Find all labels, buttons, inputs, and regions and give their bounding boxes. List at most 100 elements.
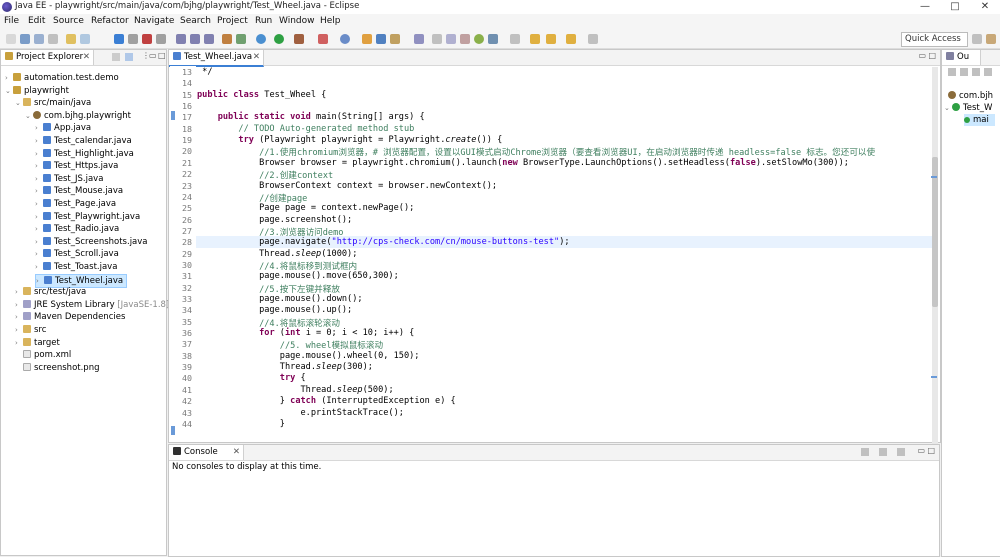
menu-refactor[interactable]: Refactor — [91, 16, 129, 26]
tree-item[interactable]: ⌄ src/main/java — [15, 97, 91, 109]
terminate-icon[interactable] — [142, 34, 152, 44]
code-line[interactable]: for (int i = 0; i < 10; i++) { — [197, 328, 414, 338]
maximize-editor-icon[interactable]: □ — [928, 51, 936, 60]
close-tab-icon[interactable]: ✕ — [83, 50, 90, 65]
code-line[interactable]: //3.浏览器访问demo — [197, 226, 343, 238]
chevron-right-icon[interactable]: › — [35, 223, 43, 235]
new-package-icon[interactable] — [362, 34, 372, 44]
chevron-right-icon[interactable]: › — [35, 148, 43, 160]
globe-icon[interactable] — [474, 34, 484, 44]
maximize-view-icon[interactable]: □ — [158, 51, 166, 60]
vertical-scrollbar[interactable] — [932, 67, 938, 445]
pin-console-icon[interactable] — [897, 448, 905, 456]
code-line[interactable]: page.mouse().up(); — [197, 305, 352, 315]
menu-run[interactable]: Run — [255, 16, 272, 26]
menu-window[interactable]: Window — [279, 16, 315, 26]
code-line[interactable]: // TODO Auto-generated method stub — [197, 124, 414, 134]
overview-marker[interactable] — [931, 176, 937, 178]
chevron-right-icon[interactable]: › — [35, 173, 43, 185]
save-icon[interactable] — [20, 34, 30, 44]
open-perspective-icon[interactable] — [972, 34, 982, 44]
menu-help[interactable]: Help — [320, 16, 341, 26]
sort-icon[interactable] — [948, 68, 956, 76]
display-console-icon[interactable] — [861, 448, 869, 456]
run-icon[interactable] — [274, 34, 284, 44]
next-annotation-icon[interactable] — [510, 34, 520, 44]
close-editor-icon[interactable]: ✕ — [253, 50, 260, 65]
chevron-right-icon[interactable]: › — [35, 236, 43, 248]
minimize-button[interactable]: — — [910, 0, 940, 14]
tree-item[interactable]: › JRE System Library [JavaSE-1.8] — [15, 299, 169, 311]
menu-navigate[interactable]: Navigate — [134, 16, 174, 26]
tree-item[interactable]: › target — [15, 337, 60, 349]
open-folder-icon[interactable] — [390, 34, 400, 44]
coverage-icon[interactable] — [318, 34, 328, 44]
chevron-right-icon[interactable]: › — [35, 122, 43, 134]
code-line[interactable]: Browser browser = playwright.chromium().… — [197, 158, 849, 168]
code-line[interactable]: //2.创建context — [197, 169, 333, 181]
link-editor-icon[interactable] — [125, 53, 133, 61]
tree-item[interactable]: › Test_Screenshots.java — [35, 236, 148, 248]
chevron-right-icon[interactable]: › — [36, 275, 44, 287]
open-console-icon[interactable] — [879, 448, 887, 456]
code-line[interactable]: Thread.sleep(500); — [197, 385, 393, 395]
tree-item[interactable]: ⌄ playwright — [5, 85, 69, 97]
code-line[interactable]: page.mouse().move(650,300); — [197, 271, 399, 281]
menu-project[interactable]: Project — [217, 16, 248, 26]
toggle-mark-icon[interactable] — [432, 34, 442, 44]
code-line[interactable]: //5.按下左键并释放 — [197, 283, 340, 295]
chevron-right-icon[interactable]: › — [15, 324, 23, 336]
maximize-console-icon[interactable]: □ — [927, 446, 935, 455]
tree-item[interactable]: › src — [15, 324, 46, 336]
tree-item[interactable]: › Test_JS.java — [35, 173, 103, 185]
code-line[interactable]: e.printStackTrace(); — [197, 408, 404, 418]
step-over-icon[interactable] — [190, 34, 200, 44]
tab-console[interactable]: Console ✕ — [169, 445, 244, 460]
tree-item[interactable]: › src/test/java — [15, 286, 86, 298]
tab-project-explorer[interactable]: Project Explorer ✕ — [1, 50, 94, 65]
chevron-down-icon[interactable]: ⌄ — [15, 97, 23, 109]
code-line[interactable]: try { — [197, 373, 306, 383]
debug-icon[interactable] — [256, 34, 266, 44]
code-line[interactable]: public static void main(String[] args) { — [197, 112, 425, 122]
tree-item[interactable]: › App.java — [35, 122, 91, 134]
chevron-right-icon[interactable]: › — [15, 299, 23, 311]
collapse-all-icon[interactable] — [112, 53, 120, 61]
forward-icon[interactable] — [566, 34, 576, 44]
quick-access-input[interactable]: Quick Access — [901, 32, 968, 47]
new-java-project-icon[interactable] — [340, 34, 350, 44]
code-line[interactable]: page.mouse().down(); — [197, 294, 363, 304]
new-class-icon[interactable] — [376, 34, 386, 44]
open-task-icon[interactable] — [80, 34, 90, 44]
tree-item[interactable]: › Test_Highlight.java — [35, 148, 134, 160]
tree-item[interactable]: › Test_Scroll.java — [35, 248, 119, 260]
chevron-down-icon[interactable]: ⌄ — [5, 85, 13, 97]
menu-search[interactable]: Search — [180, 16, 211, 26]
code-line[interactable]: //创建page — [197, 192, 307, 204]
resume-icon[interactable] — [128, 34, 138, 44]
java-ee-perspective-icon[interactable] — [986, 34, 996, 44]
last-edit-icon[interactable] — [530, 34, 540, 44]
chevron-right-icon[interactable]: › — [5, 72, 13, 84]
server-icon[interactable] — [222, 34, 232, 44]
chevron-right-icon[interactable]: › — [35, 185, 43, 197]
tree-item[interactable]: › Test_calendar.java — [35, 135, 132, 147]
tree-item[interactable]: › Test_Radio.java — [35, 223, 119, 235]
code-line[interactable]: page.screenshot(); — [197, 215, 352, 225]
toggle-block-icon[interactable] — [446, 34, 456, 44]
back-icon[interactable] — [546, 34, 556, 44]
code-line[interactable]: //4.将鼠标滚轮滚动 — [197, 317, 340, 329]
chevron-right-icon[interactable]: › — [15, 286, 23, 298]
code-line[interactable]: page.mouse().wheel(0, 150); — [197, 351, 420, 361]
database-icon[interactable] — [236, 34, 246, 44]
close-console-icon[interactable]: ✕ — [233, 445, 240, 460]
tree-item[interactable]: › Maven Dependencies — [15, 311, 125, 323]
code-line[interactable]: */ — [197, 67, 212, 77]
tree-item[interactable]: screenshot.png — [15, 362, 100, 374]
chevron-right-icon[interactable]: › — [35, 261, 43, 273]
code-line[interactable]: Thread.sleep(300); — [197, 362, 373, 372]
chevron-right-icon[interactable]: › — [35, 198, 43, 210]
hide-static-icon[interactable] — [972, 68, 980, 76]
tree-item[interactable]: › Test_Toast.java — [35, 261, 117, 273]
pin-editor-icon[interactable] — [588, 34, 598, 44]
